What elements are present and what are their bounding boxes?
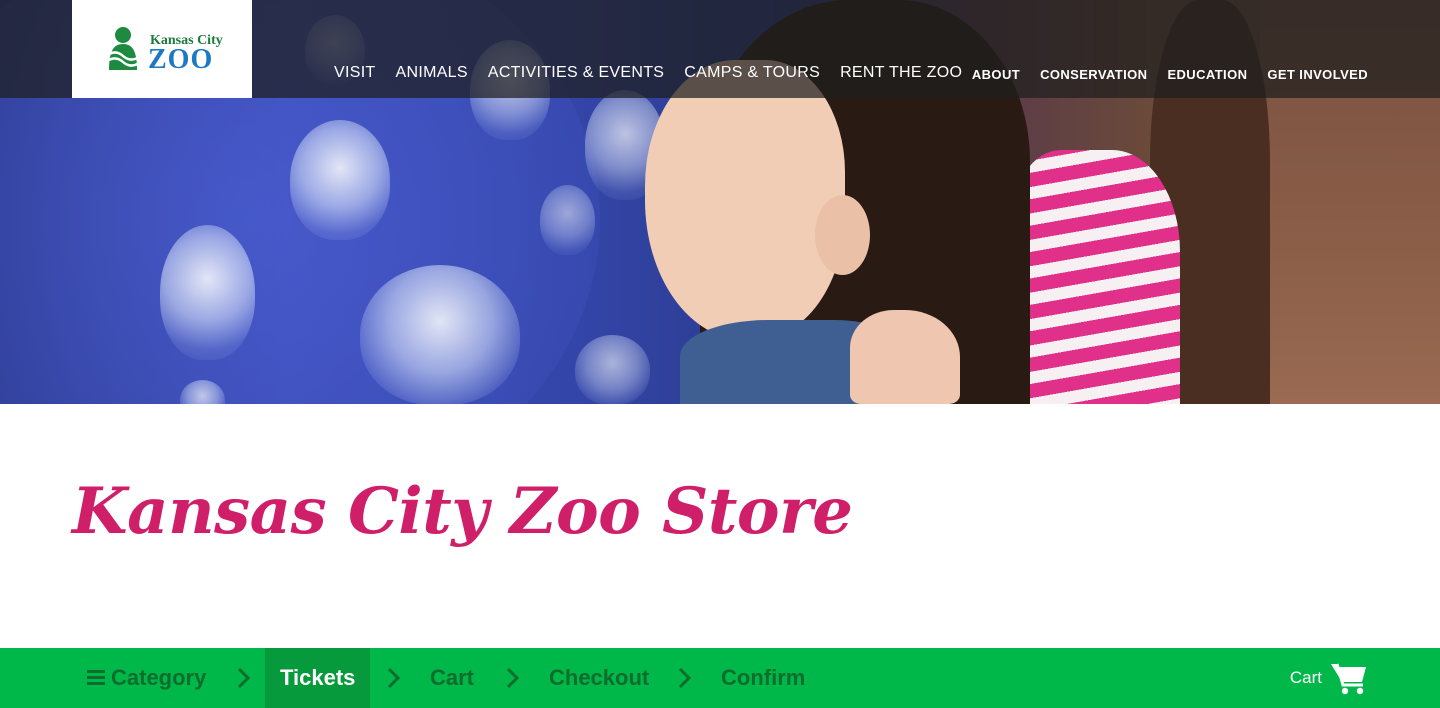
nav-animals[interactable]: ANIMALS [396, 64, 468, 82]
shopping-cart-icon [1331, 663, 1366, 695]
step-label: Confirm [721, 665, 806, 690]
nav-activities-events[interactable]: ACTIVITIES & EVENTS [488, 64, 664, 82]
step-tickets[interactable]: Tickets [265, 648, 371, 708]
cart-button[interactable]: Cart [1290, 648, 1368, 708]
utility-nav: ABOUT CONSERVATION EDUCATION GET INVOLVE… [972, 67, 1368, 82]
chevron-right-icon [387, 667, 401, 689]
step-label: Category [111, 665, 207, 690]
step-checkout[interactable]: Checkout [549, 648, 649, 708]
chevron-right-icon [506, 667, 520, 689]
striped-shirt [1010, 150, 1180, 404]
jellyfish [360, 265, 520, 404]
logo-text-line2: ZOO [148, 44, 214, 75]
girl-face [645, 60, 845, 340]
hand [850, 310, 960, 404]
chevron-right-icon [678, 667, 692, 689]
step-label: Cart [430, 665, 475, 690]
nav-get-involved[interactable]: GET INVOLVED [1267, 67, 1368, 82]
nav-conservation[interactable]: CONSERVATION [1040, 67, 1147, 82]
nav-education[interactable]: EDUCATION [1167, 67, 1247, 82]
menu-icon [87, 670, 105, 686]
nav-camps-tours[interactable]: CAMPS & TOURS [684, 64, 820, 82]
step-label: Checkout [549, 665, 650, 690]
jellyfish [290, 120, 390, 240]
jellyfish [575, 335, 650, 404]
chevron-right-icon [237, 667, 251, 689]
main-nav: VISIT ANIMALS ACTIVITIES & EVENTS CAMPS … [334, 64, 962, 82]
nav-about[interactable]: ABOUT [972, 67, 1020, 82]
jellyfish [540, 185, 595, 255]
logo-link[interactable]: Kansas City ZOO [72, 0, 252, 98]
page-title: Kansas City Zoo Store [72, 474, 853, 549]
step-category[interactable]: Category [87, 648, 206, 708]
nav-visit[interactable]: VISIT [334, 64, 376, 82]
zoo-logo: Kansas City ZOO [100, 22, 224, 76]
site-header: Kansas City ZOO VISIT ANIMALS ACTIVITIES… [0, 0, 1440, 98]
girl-ear [815, 195, 870, 275]
step-cart[interactable]: Cart [430, 648, 474, 708]
cart-label: Cart [1289, 668, 1322, 687]
step-label: Tickets [280, 665, 356, 690]
nav-rent-the-zoo[interactable]: RENT THE ZOO [840, 64, 962, 82]
jellyfish [160, 225, 255, 360]
step-confirm[interactable]: Confirm [721, 648, 805, 708]
zoo-logo-icon [102, 27, 144, 70]
checkout-steps-bar: Category Tickets Cart Checkout Confirm C… [0, 648, 1440, 708]
